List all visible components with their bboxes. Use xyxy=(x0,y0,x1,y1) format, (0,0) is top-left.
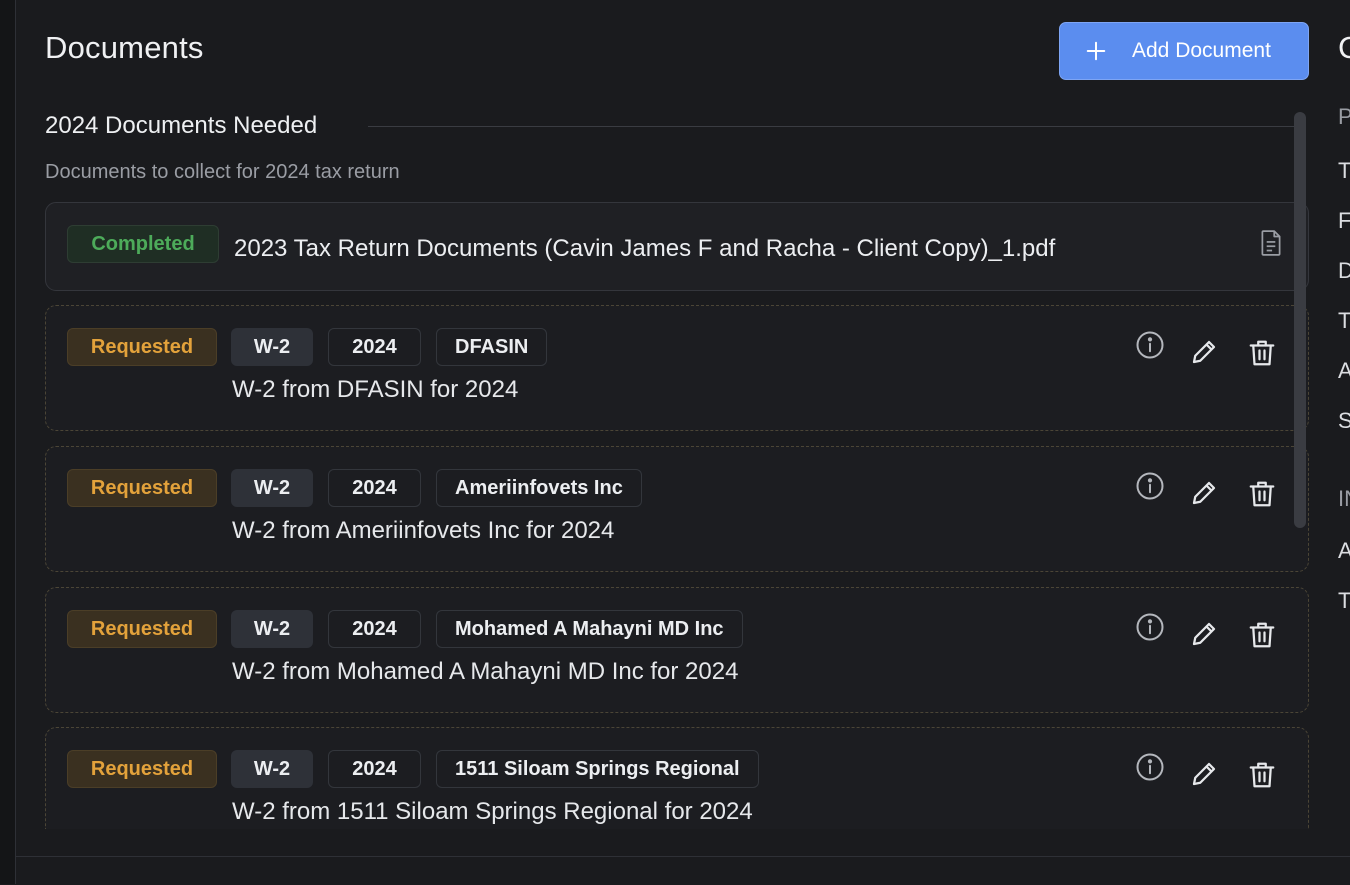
file-name[interactable]: 2023 Tax Return Documents (Cavin James F… xyxy=(234,235,1055,263)
right-panel-label: S xyxy=(1338,408,1350,433)
trash-icon[interactable] xyxy=(1247,338,1277,368)
status-badge: Requested xyxy=(67,469,217,507)
status-badge: Requested xyxy=(67,328,217,366)
right-panel-label: D xyxy=(1338,258,1350,283)
doc-description: W-2 from 1511 Siloam Springs Regional fo… xyxy=(232,798,753,825)
right-panel-label: P xyxy=(1338,104,1350,129)
status-badge: Requested xyxy=(67,750,217,788)
doc-org-tag: Mohamed A Mahayni MD Inc xyxy=(436,610,743,648)
add-document-button[interactable]: Add Document xyxy=(1059,22,1309,80)
trash-icon[interactable] xyxy=(1247,479,1277,509)
section-subtitle: Documents to collect for 2024 tax return xyxy=(45,161,400,183)
document-card-requested[interactable]: Requested W-2 2024 Ameriinfovets Inc W-2… xyxy=(45,446,1309,572)
doc-org-tag: DFASIN xyxy=(436,328,548,366)
plus-icon xyxy=(1060,40,1132,62)
right-panel-label: A xyxy=(1338,538,1350,563)
right-panel-label: T xyxy=(1338,308,1350,333)
doc-description: W-2 from Mohamed A Mahayni MD Inc for 20… xyxy=(232,658,739,685)
info-icon[interactable] xyxy=(1135,330,1165,360)
right-panel-label: IN xyxy=(1338,486,1350,511)
right-panel-label: T xyxy=(1338,588,1350,613)
add-document-label: Add Document xyxy=(1132,39,1271,62)
document-icon[interactable] xyxy=(1258,229,1284,257)
trash-icon[interactable] xyxy=(1247,760,1277,790)
edit-icon[interactable] xyxy=(1189,337,1219,367)
edit-icon[interactable] xyxy=(1189,478,1219,508)
doc-year-tag: 2024 xyxy=(328,328,421,366)
edit-icon[interactable] xyxy=(1189,619,1219,649)
trash-icon[interactable] xyxy=(1247,620,1277,650)
doc-year-tag: 2024 xyxy=(328,750,421,788)
right-panel-label: T xyxy=(1338,158,1350,183)
doc-year-tag: 2024 xyxy=(328,610,421,648)
status-badge: Completed xyxy=(67,225,219,263)
section-divider xyxy=(368,126,1296,127)
left-edge xyxy=(0,0,16,884)
info-icon[interactable] xyxy=(1135,612,1165,642)
doc-type-tag: W-2 xyxy=(231,610,313,648)
status-badge: Requested xyxy=(67,610,217,648)
doc-org-tag: 1511 Siloam Springs Regional xyxy=(436,750,759,788)
doc-type-tag: W-2 xyxy=(231,750,313,788)
info-icon[interactable] xyxy=(1135,752,1165,782)
page-title: Documents xyxy=(45,30,204,65)
right-panel-label: F xyxy=(1338,208,1350,233)
right-panel: C P T F D T A S IN A T xyxy=(1330,0,1350,856)
document-card-completed[interactable]: Completed 2023 Tax Return Documents (Cav… xyxy=(45,202,1309,291)
info-icon[interactable] xyxy=(1135,471,1165,501)
right-panel-label: A xyxy=(1338,358,1350,383)
doc-org-tag: Ameriinfovets Inc xyxy=(436,469,642,507)
doc-year-tag: 2024 xyxy=(328,469,421,507)
bottom-bar xyxy=(16,856,1350,885)
doc-description: W-2 from DFASIN for 2024 xyxy=(232,376,519,403)
doc-type-tag: W-2 xyxy=(231,328,313,366)
document-card-requested[interactable]: Requested W-2 2024 1511 Siloam Springs R… xyxy=(45,727,1309,829)
doc-description: W-2 from Ameriinfovets Inc for 2024 xyxy=(232,517,615,544)
document-card-requested[interactable]: Requested W-2 2024 Mohamed A Mahayni MD … xyxy=(45,587,1309,713)
scrollbar-thumb[interactable] xyxy=(1294,112,1306,528)
edit-icon[interactable] xyxy=(1189,759,1219,789)
document-card-requested[interactable]: Requested W-2 2024 DFASIN W-2 from DFASI… xyxy=(45,305,1309,431)
right-panel-title: C xyxy=(1338,30,1350,65)
doc-type-tag: W-2 xyxy=(231,469,313,507)
section-title: 2024 Documents Needed xyxy=(45,112,318,139)
